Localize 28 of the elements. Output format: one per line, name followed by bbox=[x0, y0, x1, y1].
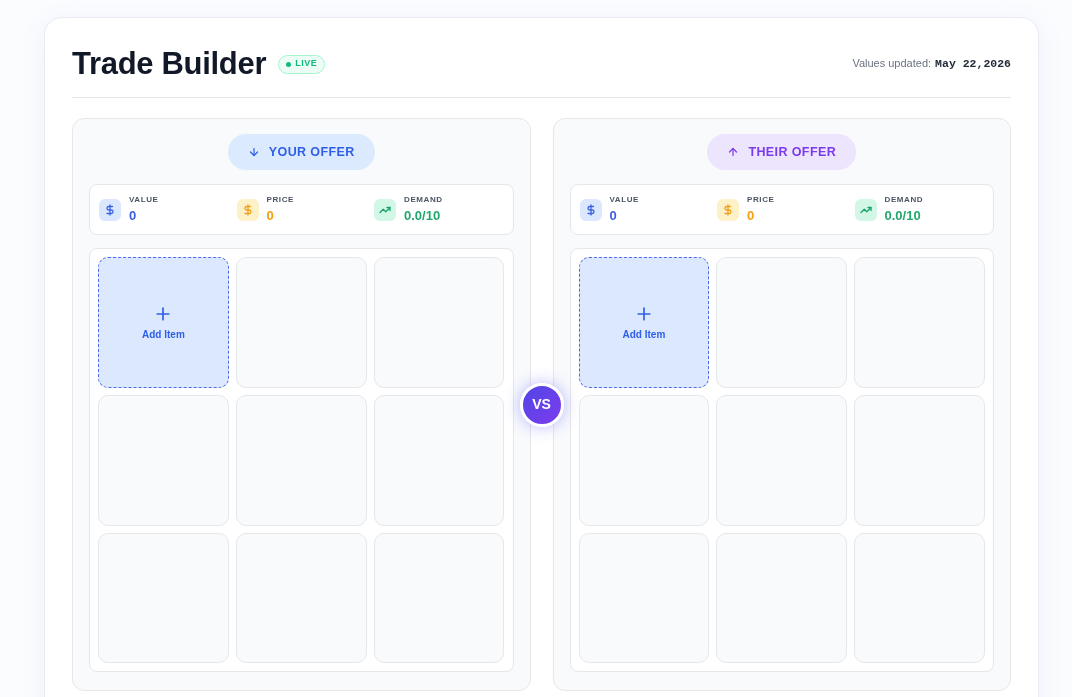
dollar-icon bbox=[717, 198, 739, 221]
trend-arrow-icon bbox=[854, 198, 877, 221]
stat-label: PRICE bbox=[266, 195, 294, 205]
stat-value: 0 bbox=[266, 208, 275, 224]
add-item-slot[interactable]: Add Item bbox=[578, 257, 710, 388]
offer-heading: THEIR OFFER bbox=[707, 134, 857, 170]
stat-label: VALUE bbox=[129, 195, 159, 205]
dollar-icon bbox=[236, 198, 259, 221]
offer-heading: YOUR OFFER bbox=[227, 134, 375, 170]
updated-label: Values updated: bbox=[852, 56, 932, 72]
stat-label: DEMAND bbox=[884, 195, 924, 205]
stat-value: 0.0/10 bbox=[884, 208, 922, 224]
stat-label: VALUE bbox=[609, 195, 640, 205]
add-item-slot[interactable]: Add Item bbox=[98, 257, 229, 388]
updated-date: May 22,2026 bbox=[935, 56, 1011, 73]
arrow-up-icon bbox=[727, 146, 740, 158]
stat-label: DEMAND bbox=[404, 195, 443, 205]
live-badge: LIVE bbox=[278, 54, 326, 74]
arrow-down-icon bbox=[247, 146, 260, 158]
stat-value: 0 bbox=[747, 208, 756, 224]
dollar-icon bbox=[99, 198, 121, 221]
stat-value: 0.0/10 bbox=[404, 208, 442, 224]
stat-value: 0 bbox=[129, 208, 138, 224]
trend-arrow-icon bbox=[374, 198, 396, 221]
page-title: Trade Builder bbox=[72, 45, 267, 83]
dollar-icon bbox=[579, 198, 602, 221]
stat-value: 0 bbox=[609, 208, 618, 224]
stat-label: PRICE bbox=[747, 195, 775, 205]
